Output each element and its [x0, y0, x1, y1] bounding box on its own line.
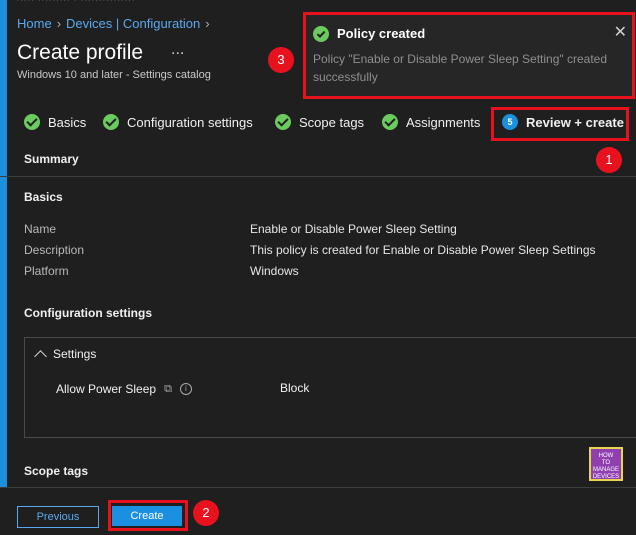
- description-label: Description: [24, 243, 85, 257]
- more-options-icon[interactable]: ...: [171, 41, 184, 59]
- description-value: This policy is created for Enable or Dis…: [250, 243, 596, 257]
- setting-name: Allow Power Sleep: [56, 382, 157, 396]
- chevron-up-icon: [34, 349, 47, 363]
- platform-value: Windows: [250, 264, 299, 278]
- annotation-badge-3: 3: [268, 47, 294, 73]
- checkmark-icon: [103, 114, 119, 130]
- annotation-badge-1: 1: [596, 147, 622, 173]
- highlight-box-review-tab: [491, 107, 629, 141]
- checkmark-icon: [24, 114, 40, 130]
- highlight-box-toast: [303, 12, 635, 99]
- summary-heading: Summary: [24, 152, 79, 166]
- copy-icon[interactable]: ⧉: [164, 383, 172, 396]
- tab-label: Scope tags: [299, 114, 365, 130]
- breadcrumb-home-link[interactable]: Home: [17, 16, 52, 31]
- window-frame-edge: [0, 0, 7, 534]
- setting-value: Block: [280, 381, 310, 395]
- name-value: Enable or Disable Power Sleep Setting: [250, 222, 457, 236]
- breadcrumb: Home › Devices | Configuration ›: [17, 16, 215, 31]
- chevron-right-icon: ›: [56, 16, 62, 31]
- annotation-badge-2: 2: [193, 500, 219, 526]
- top-cut-breadcrumb: ····· ········· · ···············: [16, 0, 136, 6]
- highlight-box-create-button: [108, 500, 188, 531]
- settings-group: Settings Allow Power Sleep ⧉ i Block: [24, 337, 636, 438]
- platform-label: Platform: [24, 264, 69, 278]
- scope-tags-heading: Scope tags: [24, 464, 89, 478]
- breadcrumb-devices-link[interactable]: Devices | Configuration: [66, 16, 200, 31]
- page-subtitle: Windows 10 and later - Settings catalog: [17, 69, 211, 81]
- tab-configuration-settings[interactable]: Configuration settings: [103, 114, 253, 130]
- site-logo: HOW TO MANAGE DEVICES: [589, 447, 623, 481]
- name-label: Name: [24, 222, 57, 236]
- tab-label: Assignments: [406, 114, 481, 130]
- info-icon[interactable]: i: [179, 383, 192, 395]
- divider: [0, 176, 636, 177]
- tab-label: Configuration settings: [127, 114, 253, 130]
- tab-basics[interactable]: Basics: [24, 114, 86, 130]
- checkmark-icon: [275, 114, 291, 130]
- page-title: Create profile: [17, 41, 144, 64]
- basics-heading: Basics: [24, 190, 63, 204]
- chevron-right-icon: ›: [205, 16, 210, 31]
- configuration-settings-heading: Configuration settings: [24, 306, 152, 320]
- setting-row: Allow Power Sleep ⧉ i: [56, 382, 192, 396]
- settings-group-label: Settings: [53, 347, 97, 361]
- settings-group-header[interactable]: Settings: [34, 347, 97, 363]
- tab-scope-tags[interactable]: Scope tags: [275, 114, 364, 130]
- tab-assignments[interactable]: Assignments: [382, 114, 480, 130]
- checkmark-icon: [382, 114, 398, 130]
- previous-button[interactable]: Previous: [17, 506, 99, 528]
- tab-label: Basics: [48, 114, 87, 130]
